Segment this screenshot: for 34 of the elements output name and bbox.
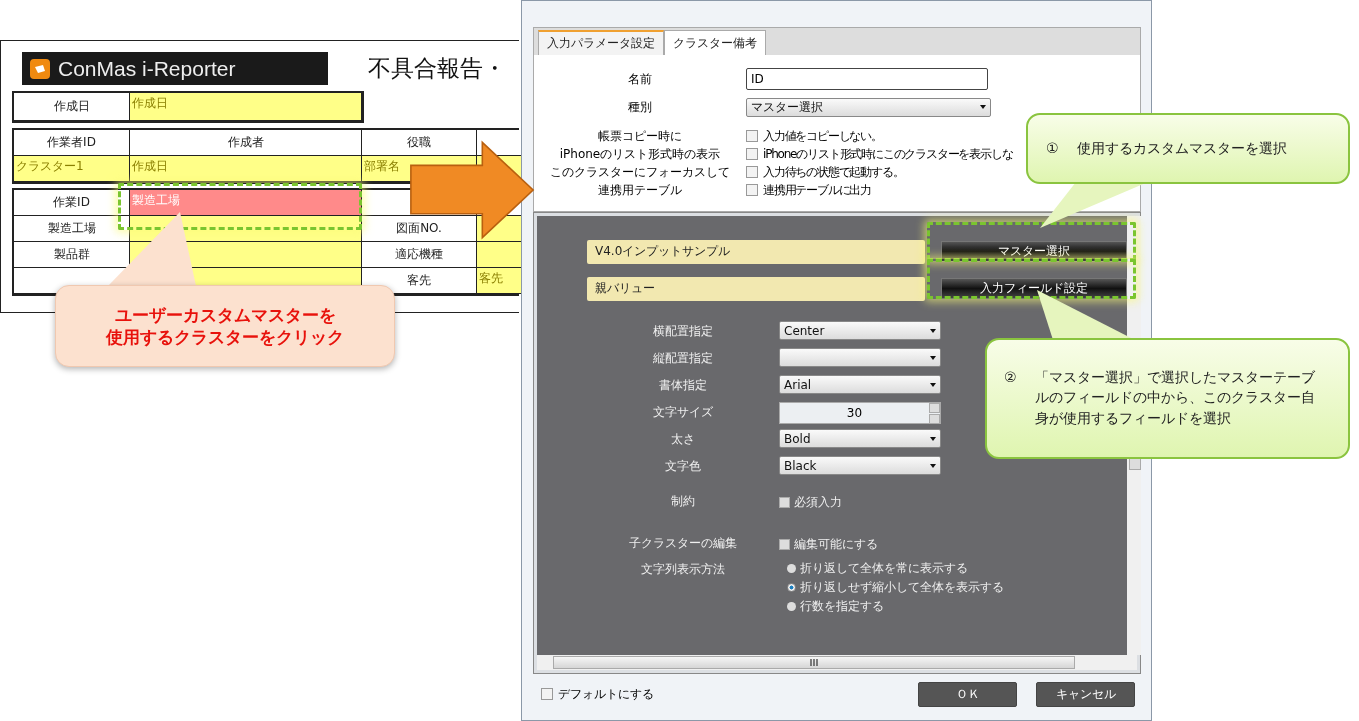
callout: ② 「マスター選択」で選択したマスターテーブルのフィールドの中から、このクラスター自身が使用するフィールドを選択 (985, 338, 1350, 459)
setting-label: 制約 (670, 493, 696, 510)
checkbox-label: 連携用テーブルに出力 (763, 181, 871, 199)
table-cell: 作成日 (130, 156, 362, 182)
table-cell: 作成日 (130, 93, 362, 121)
radio-label: 折り返しせず縮小して全体を表示する (800, 579, 1004, 596)
checkbox-label: 必須入力 (794, 494, 842, 511)
radio-label: 折り返して全体を常に表示する (800, 560, 968, 577)
setting-label: 子クラスターの編集 (628, 535, 738, 552)
option-label: 連携用テーブル (597, 181, 683, 199)
field-label: 種別 (627, 98, 653, 116)
form-title: 不具合報告・ (368, 54, 506, 83)
setting-label: 縦配置指定 (652, 350, 714, 367)
master-value: 親バリュー (587, 276, 925, 301)
option-label: iPhoneのリスト形式時の表示 (558, 145, 722, 163)
setting-label: 横配置指定 (652, 323, 714, 340)
field-label: 名前 (627, 70, 653, 88)
checkbox-label: 入力待ちの状態で起動する。 (763, 163, 904, 181)
setting-label: 書体指定 (658, 377, 708, 394)
checkbox-label: 入力値をコピーしない。 (763, 127, 882, 145)
radio-label: 行数を指定する (800, 598, 884, 615)
setting-label: 太さ (670, 431, 696, 448)
checkbox-label: iPhoneのリスト形式時にこのクラスターを表示しな (763, 145, 1013, 163)
master-value: V4.0インプットサンプル (587, 239, 925, 264)
setting-label: 文字列表示方法 (640, 561, 726, 578)
checkbox-label: デフォルトにする (558, 685, 654, 703)
option-label: このクラスターにフォーカスして (549, 163, 731, 181)
checkbox-label: 編集可能にする (794, 536, 878, 553)
callout: ① 使用するカスタムマスターを選択 (1026, 113, 1350, 184)
option-label: 帳票コピー時に (597, 127, 683, 145)
logo-text: ConMas i-Reporter (58, 56, 236, 81)
setting-label: 文字色 (664, 458, 702, 475)
setting-label: 文字サイズ (652, 404, 714, 421)
table-cell: クラスター1 (14, 156, 130, 182)
